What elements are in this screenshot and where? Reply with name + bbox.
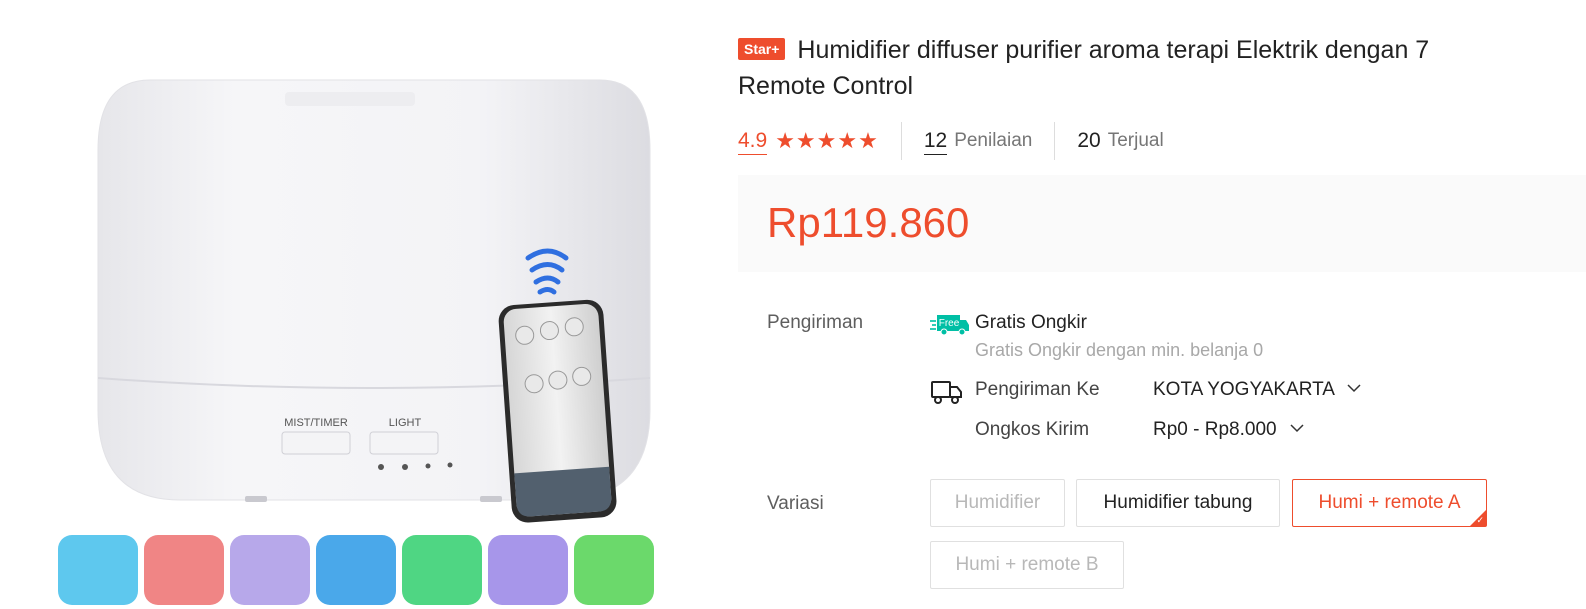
variation-label: Variasi xyxy=(767,493,824,514)
sold-label: Terjual xyxy=(1107,130,1164,151)
variant-option[interactable]: Humidifier xyxy=(930,479,1065,527)
product-title: Star+ Humidifier diffuser purifier aroma … xyxy=(738,32,1586,104)
star-icons: ★★★★★ xyxy=(775,128,879,153)
color-thumbnails xyxy=(58,535,654,605)
variant-option-label: Humi + remote A xyxy=(1318,492,1461,513)
sold-count: 20 xyxy=(1077,129,1101,152)
title-line-1: Humidifier diffuser purifier aroma terap… xyxy=(797,36,1430,64)
review-count: 12 xyxy=(923,128,948,155)
shipping-cost-value: Rp0 - Rp8.000 xyxy=(1153,419,1277,440)
shipping-cost-dropdown[interactable]: Rp0 - Rp8.000 xyxy=(1153,419,1304,441)
shipping-destination-dropdown[interactable]: KOTA YOGYAKARTA xyxy=(1153,379,1361,401)
rating-value: 4.9 xyxy=(738,128,768,155)
chevron-down-icon xyxy=(1347,384,1361,393)
variant-option[interactable]: Humidifier tabung xyxy=(1076,479,1280,527)
color-thumbnail xyxy=(488,535,568,605)
price-box: Rp119.860 xyxy=(738,175,1586,272)
title-line-2: Remote Control xyxy=(738,72,914,100)
chevron-down-icon xyxy=(1290,424,1304,433)
shipping-label: Pengiriman xyxy=(767,312,864,333)
color-thumbnail xyxy=(58,535,138,605)
rating-stat[interactable]: 4.9 ★★★★★ xyxy=(738,128,879,155)
product-image[interactable]: MIST/TIMER LIGHT xyxy=(0,0,700,609)
color-thumbnail xyxy=(316,535,396,605)
color-thumbnail xyxy=(144,535,224,605)
color-thumbnail xyxy=(230,535,310,605)
star-plus-badge: Star+ xyxy=(738,38,786,60)
product-price: Rp119.860 xyxy=(767,199,970,246)
gratis-ongkir-subtitle: Gratis Ongkir dengan min. belanja 0 xyxy=(975,340,1264,360)
shipping-cost-label: Ongkos Kirim xyxy=(975,419,1090,440)
variant-option[interactable]: Humi + remote B xyxy=(930,541,1124,589)
truck-icon xyxy=(930,378,964,411)
checkmark-icon: ✓ xyxy=(1476,515,1484,525)
sold-stat: 20 Terjual xyxy=(1077,128,1163,154)
product-stats: 4.9 ★★★★★ 12 Penilaian 20 Terjual xyxy=(738,122,1164,160)
divider xyxy=(1054,122,1056,160)
humidifier-illustration: MIST/TIMER LIGHT xyxy=(58,79,654,605)
shipping-destination-value: KOTA YOGYAKARTA xyxy=(1153,379,1334,400)
variant-option-selected[interactable]: Humi + remote A ✓ xyxy=(1292,479,1487,527)
product-info: Star+ Humidifier diffuser purifier aroma … xyxy=(738,0,1586,609)
reviews-stat[interactable]: 12 Penilaian xyxy=(923,128,1033,155)
color-thumbnail xyxy=(574,535,654,605)
light-label: LIGHT xyxy=(389,417,422,429)
free-badge-text: Free xyxy=(939,318,960,329)
divider xyxy=(900,122,902,160)
free-shipping-icon: Free xyxy=(930,312,970,341)
shipping-to-label: Pengiriman Ke xyxy=(975,379,1100,400)
mist-timer-label: MIST/TIMER xyxy=(284,417,348,429)
gratis-ongkir-title: Gratis Ongkir xyxy=(975,312,1087,333)
review-label: Penilaian xyxy=(954,130,1033,151)
color-thumbnail xyxy=(402,535,482,605)
